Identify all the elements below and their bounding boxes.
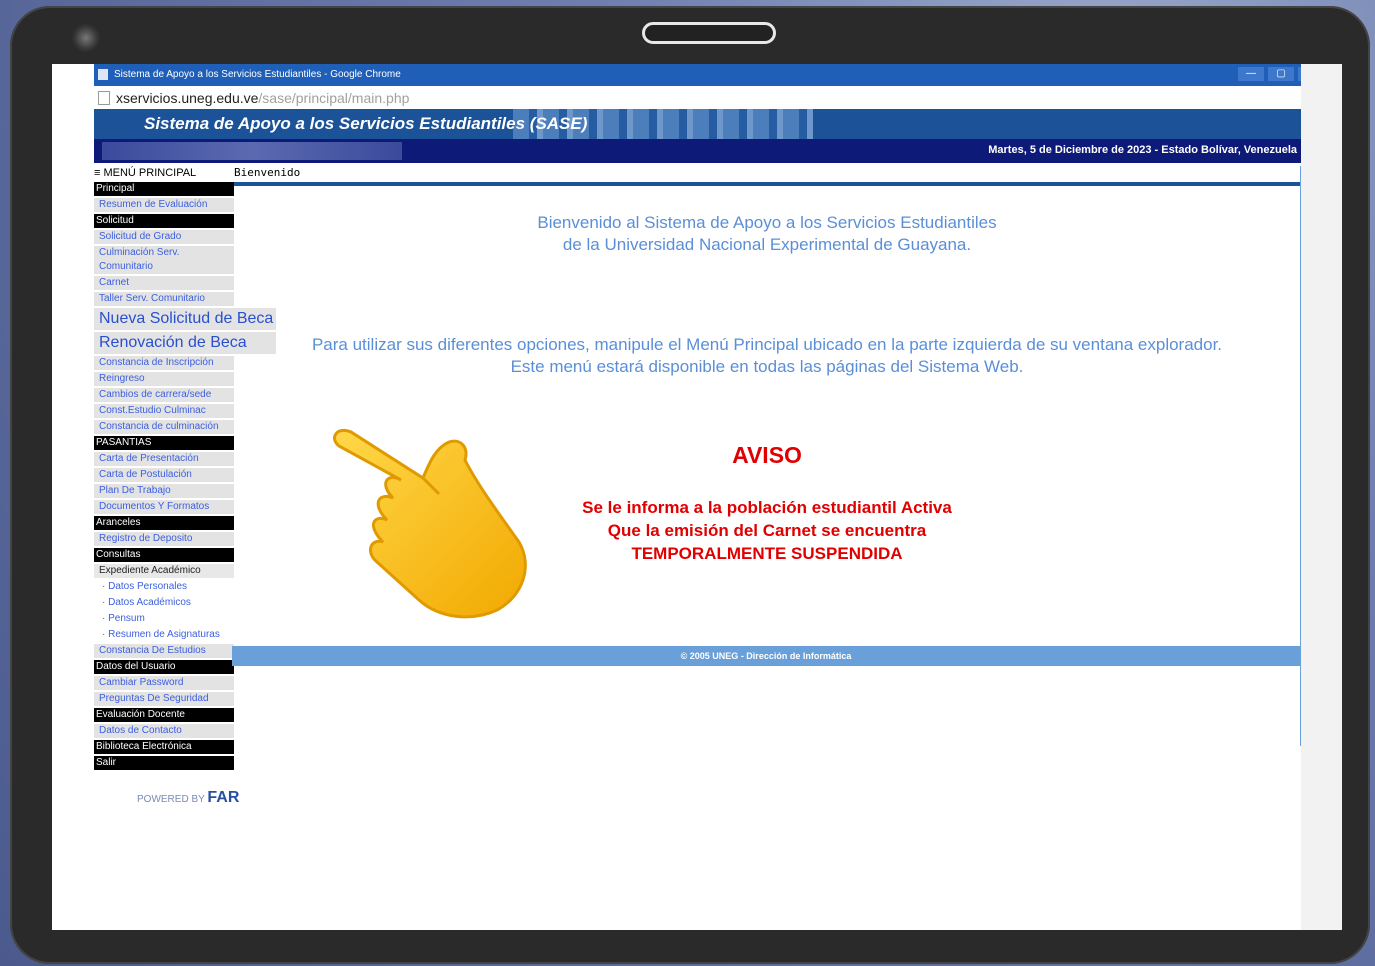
menu-item-cambiar-password[interactable]: Cambiar Password (94, 676, 234, 690)
maximize-button[interactable]: ▢ (1268, 67, 1294, 81)
site-banner: Sistema de Apoyo a los Servicios Estudia… (94, 109, 1303, 139)
menu-item-taller-serv-comunitario[interactable]: Taller Serv. Comunitario (94, 292, 234, 306)
tab-bienvenido[interactable]: Bienvenido (234, 166, 300, 179)
menu-section-evaluacion-docente[interactable]: Evaluación Docente (94, 708, 234, 722)
menu-item-solicitud-de-grado[interactable]: Solicitud de Grado (94, 230, 234, 244)
welcome-line-2: de la Universidad Nacional Experimental … (562, 235, 972, 254)
powered-text: POWERED BY (137, 794, 205, 805)
pointing-hand-icon (333, 429, 527, 619)
screen-edge (1301, 64, 1342, 930)
instructions-text: Para utilizar sus diferentes opciones, m… (234, 334, 1300, 378)
welcome-text: Bienvenido al Sistema de Apoyo a los Ser… (234, 212, 1300, 256)
page-icon (98, 69, 108, 80)
menu-item-cambios-de-carrera-sede[interactable]: Cambios de carrera/sede (94, 388, 234, 402)
menu-item-carta-de-presentacion[interactable]: Carta de Presentación (94, 452, 234, 466)
menu-item-datos-de-contacto[interactable]: Datos de Contacto (94, 724, 234, 738)
powered-by: POWERED BY FAR (137, 789, 239, 807)
menu-section-solicitud[interactable]: Solicitud (94, 214, 234, 228)
current-date: Martes, 5 de Diciembre de 2023 - Estado … (988, 144, 1297, 156)
site-title: Sistema de Apoyo a los Servicios Estudia… (144, 114, 588, 133)
powered-logo: FAR (207, 789, 240, 806)
menu-item-resumen-de-asignaturas[interactable]: · Resumen de Asignaturas (94, 628, 234, 642)
url-path: /sase/principal/main.php (258, 90, 410, 106)
menu-item-pensum[interactable]: · Pensum (94, 612, 234, 626)
menu-section-salir[interactable]: Salir (94, 756, 234, 770)
minimize-button[interactable]: — (1238, 67, 1264, 81)
menu-section-consultas[interactable]: Consultas (94, 548, 234, 562)
menu-item-plan-de-trabajo[interactable]: Plan De Trabajo (94, 484, 234, 498)
welcome-line-1: Bienvenido al Sistema de Apoyo a los Ser… (537, 213, 997, 232)
menu-section-datos-del-usuario[interactable]: Datos del Usuario (94, 660, 234, 674)
menu-section-principal[interactable]: Principal (94, 182, 234, 196)
page-footer: © 2005 UNEG - Dirección de Informática (232, 646, 1300, 666)
menu-item-registro-de-deposito[interactable]: Registro de Deposito (94, 532, 234, 546)
menu-item-constancia-de-culminacion[interactable]: Constancia de culminación (94, 420, 234, 434)
speaker-slot (642, 22, 776, 44)
instructions-line-2: Este menú estará disponible en todas las… (510, 357, 1024, 376)
menu-item-preguntas-de-seguridad[interactable]: Preguntas De Seguridad (94, 692, 234, 706)
browser-screen: Sistema de Apoyo a los Servicios Estudia… (52, 64, 1342, 930)
menu-item-carnet[interactable]: Carnet (94, 276, 234, 290)
menu-section-pasantias[interactable]: PASANTIAS (94, 436, 234, 450)
camera-icon (72, 24, 100, 52)
user-info-blurred (102, 142, 402, 160)
header-rule (234, 182, 1300, 186)
menu-item-constancia-de-inscripcion[interactable]: Constancia de Inscripción (94, 356, 234, 370)
date-bar: Martes, 5 de Diciembre de 2023 - Estado … (94, 139, 1303, 163)
menu-item-culminacion-serv-comunitario[interactable]: Culminación Serv. Comunitario (94, 246, 234, 274)
url-host: xservicios.uneg.edu.ve (116, 90, 259, 106)
menu-item-reingreso[interactable]: Reingreso (94, 372, 234, 386)
menu-section-aranceles[interactable]: Aranceles (94, 516, 234, 530)
menu-item-resumen-de-evaluacion[interactable]: Resumen de Evaluación (94, 198, 234, 212)
instructions-line-1: Para utilizar sus diferentes opciones, m… (311, 335, 1223, 354)
main-menu: ≡ MENÚ PRINCIPAL Principal Resumen de Eva… (94, 166, 276, 770)
menu-item-datos-personales[interactable]: · Datos Personales (94, 580, 234, 594)
menu-heading: ≡ MENÚ PRINCIPAL (94, 167, 197, 179)
menu-item-documentos-y-formatos[interactable]: Documentos Y Formatos (94, 500, 234, 514)
menu-item-datos-academicos[interactable]: · Datos Académicos (94, 596, 234, 610)
window-title: Sistema de Apoyo a los Servicios Estudia… (114, 69, 401, 80)
menu-item-constancia-de-estudios[interactable]: Constancia De Estudios (94, 644, 234, 658)
menu-section-biblioteca-electronica[interactable]: Biblioteca Electrónica (94, 740, 234, 754)
menu-item-const-estudio-culminac[interactable]: Const.Estudio Culminac (94, 404, 234, 418)
menu-item-expediente-academico[interactable]: Expediente Académico (94, 564, 234, 578)
menu-item-carta-de-postulacion[interactable]: Carta de Postulación (94, 468, 234, 482)
address-bar[interactable]: xservicios.uneg.edu.ve/sase/principal/ma… (94, 88, 1334, 108)
window-titlebar: Sistema de Apoyo a los Servicios Estudia… (94, 64, 1334, 86)
page-icon (98, 91, 110, 105)
